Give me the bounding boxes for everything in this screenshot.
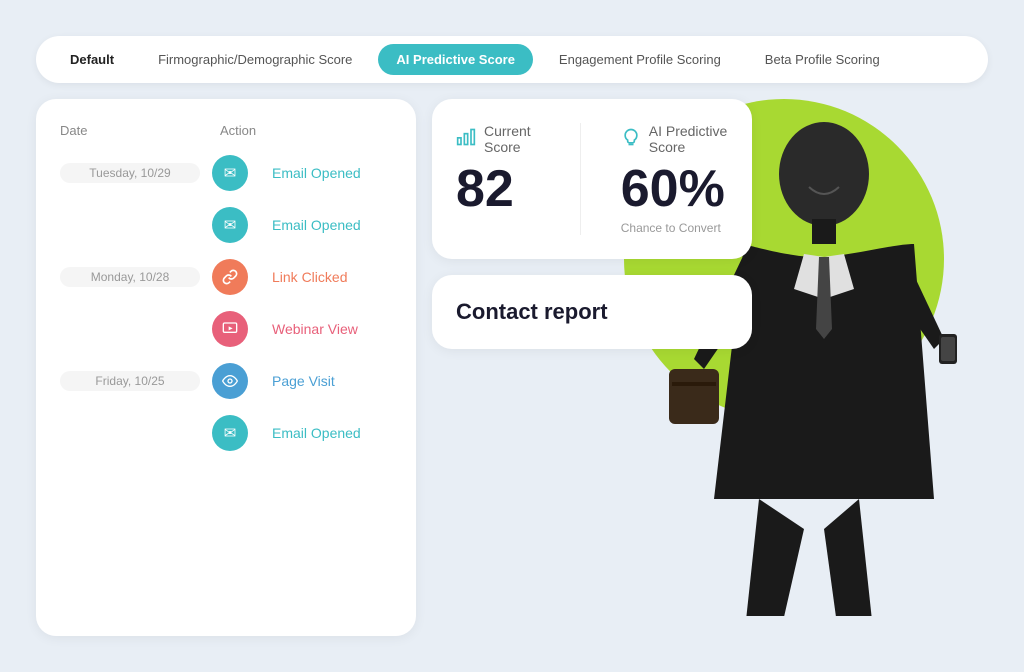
current-score-section: Current Score 82 <box>456 123 540 235</box>
table-row: Webinar View <box>60 310 392 348</box>
action-label: Page Visit <box>272 373 335 389</box>
tab-default[interactable]: Default <box>52 44 132 75</box>
action-label: Email Opened <box>272 425 361 441</box>
action-label: Email Opened <box>272 165 361 181</box>
table-row: Tuesday, 10/29 ✉ Email Opened <box>60 154 392 192</box>
main-content: Date Action Tuesday, 10/29 ✉ Email Opene… <box>36 99 988 636</box>
current-score-label: Current Score <box>484 123 540 155</box>
header-date: Date <box>60 123 200 138</box>
date-label: Monday, 10/28 <box>60 267 200 287</box>
date-label: Tuesday, 10/29 <box>60 163 200 183</box>
date-label: Friday, 10/25 <box>60 371 200 391</box>
lightbulb-icon <box>621 127 641 152</box>
chance-to-convert-label: Chance to Convert <box>621 221 728 235</box>
app-container: Default Firmographic/Demographic Score A… <box>16 16 1008 656</box>
header-action: Action <box>200 123 392 138</box>
score-panel: Current Score 82 AI Predicti <box>432 99 752 259</box>
bar-chart-icon <box>456 127 476 152</box>
predictive-score-value: 60% <box>621 163 728 215</box>
score-divider <box>580 123 581 235</box>
action-label: Email Opened <box>272 217 361 233</box>
right-column: Current Score 82 AI Predicti <box>432 99 988 636</box>
activity-panel: Date Action Tuesday, 10/29 ✉ Email Opene… <box>36 99 416 636</box>
predictive-score-section: AI Predictive Score 60% Chance to Conver… <box>621 123 728 235</box>
current-score-label-row: Current Score <box>456 123 540 155</box>
link-icon <box>212 259 248 295</box>
contact-report-panel[interactable]: Contact report <box>432 275 752 349</box>
action-label: Webinar View <box>272 321 358 337</box>
current-score-value: 82 <box>456 163 540 215</box>
predictive-score-label-row: AI Predictive Score <box>621 123 728 155</box>
contact-report-title: Contact report <box>456 299 608 324</box>
table-row: ✉ Email Opened <box>60 414 392 452</box>
webinar-icon <box>212 311 248 347</box>
email-icon: ✉ <box>212 155 248 191</box>
tab-ai-predictive[interactable]: AI Predictive Score <box>378 44 533 75</box>
action-label: Link Clicked <box>272 269 347 285</box>
table-row: Friday, 10/25 Page Visit <box>60 362 392 400</box>
tab-engagement[interactable]: Engagement Profile Scoring <box>541 44 739 75</box>
email-icon: ✉ <box>212 415 248 451</box>
table-row: Monday, 10/28 Link Clicked <box>60 258 392 296</box>
tab-beta[interactable]: Beta Profile Scoring <box>747 44 898 75</box>
tab-firmographic[interactable]: Firmographic/Demographic Score <box>140 44 370 75</box>
tab-bar: Default Firmographic/Demographic Score A… <box>36 36 988 83</box>
predictive-score-label: AI Predictive Score <box>649 123 728 155</box>
eye-icon <box>212 363 248 399</box>
activity-header: Date Action <box>60 123 392 138</box>
email-icon: ✉ <box>212 207 248 243</box>
table-row: ✉ Email Opened <box>60 206 392 244</box>
